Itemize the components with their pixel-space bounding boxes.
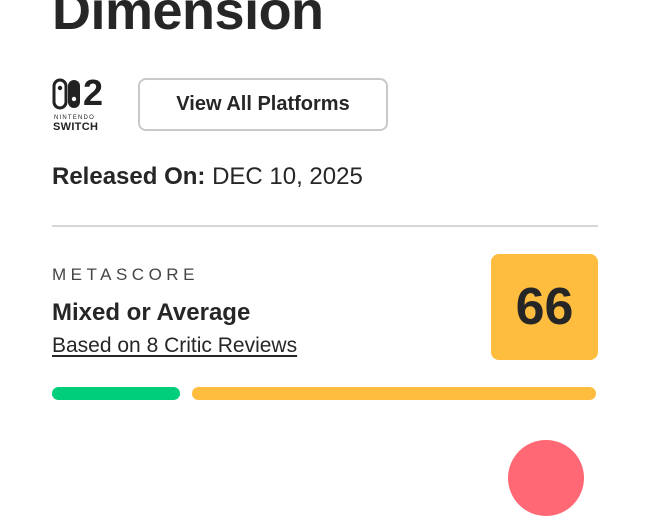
nintendo-switch-2-logo: 2 NINTENDO SWITCH (52, 73, 116, 133)
mixed-reviews-bar (192, 387, 596, 400)
release-label: Released On: (52, 163, 206, 190)
joycon-icon (52, 78, 80, 110)
game-title: Dimension (52, 0, 324, 41)
critic-reviews-link[interactable]: Based on 8 Critic Reviews (52, 333, 297, 359)
metascore-label: METASCORE (52, 265, 199, 284)
metascore-verdict: Mixed or Average (52, 299, 251, 326)
switch-2-number: 2 (83, 72, 104, 113)
metascore-badge[interactable]: 66 (491, 254, 598, 360)
positive-reviews-bar (52, 387, 180, 400)
negative-score-circle (508, 440, 584, 516)
release-date: DEC 10, 2025 (212, 163, 363, 190)
section-divider (52, 225, 598, 227)
switch-logo-word: SWITCH (53, 121, 99, 133)
view-all-platforms-button[interactable]: View All Platforms (138, 78, 388, 131)
release-date-row: Released On: DEC 10, 2025 (52, 162, 363, 192)
